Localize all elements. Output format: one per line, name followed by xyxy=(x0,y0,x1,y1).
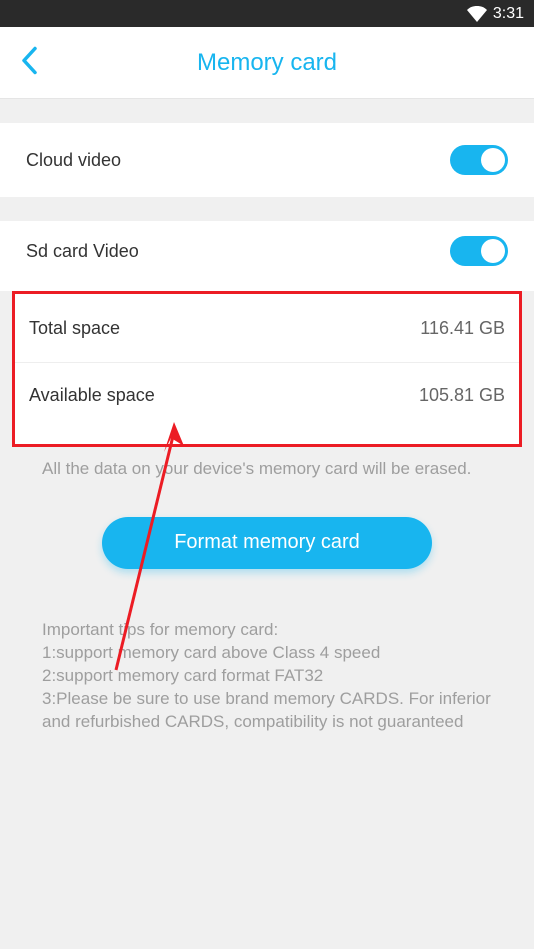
row-sd-card-video: Sd card Video xyxy=(0,221,534,281)
body-area: All the data on your device's memory car… xyxy=(0,447,534,773)
annotation-highlight-box: Total space 116.41 GB Available space 10… xyxy=(12,291,522,447)
row-cloud-video: Cloud video xyxy=(0,123,534,197)
spacer xyxy=(0,281,534,291)
wifi-icon xyxy=(467,6,487,22)
available-space-label: Available space xyxy=(29,385,155,406)
sd-card-video-toggle[interactable] xyxy=(450,236,508,266)
status-bar: 3:31 xyxy=(0,0,534,27)
format-memory-card-button[interactable]: Format memory card xyxy=(102,517,432,569)
cloud-video-toggle[interactable] xyxy=(450,145,508,175)
total-space-value: 116.41 GB xyxy=(420,318,505,339)
row-available-space: Available space 105.81 GB xyxy=(15,362,519,444)
status-time: 3:31 xyxy=(493,5,524,23)
cloud-video-label: Cloud video xyxy=(26,150,121,171)
tips-text: Important tips for memory card: 1:suppor… xyxy=(0,569,534,734)
spacer xyxy=(0,99,534,123)
sd-card-video-label: Sd card Video xyxy=(26,241,139,262)
spacer xyxy=(0,197,534,221)
row-total-space: Total space 116.41 GB xyxy=(15,294,519,362)
available-space-value: 105.81 GB xyxy=(419,385,505,406)
header: Memory card xyxy=(0,27,534,99)
back-button[interactable] xyxy=(20,45,38,80)
page-title: Memory card xyxy=(197,49,337,77)
format-warning-text: All the data on your device's memory car… xyxy=(0,447,534,481)
total-space-label: Total space xyxy=(29,318,120,339)
